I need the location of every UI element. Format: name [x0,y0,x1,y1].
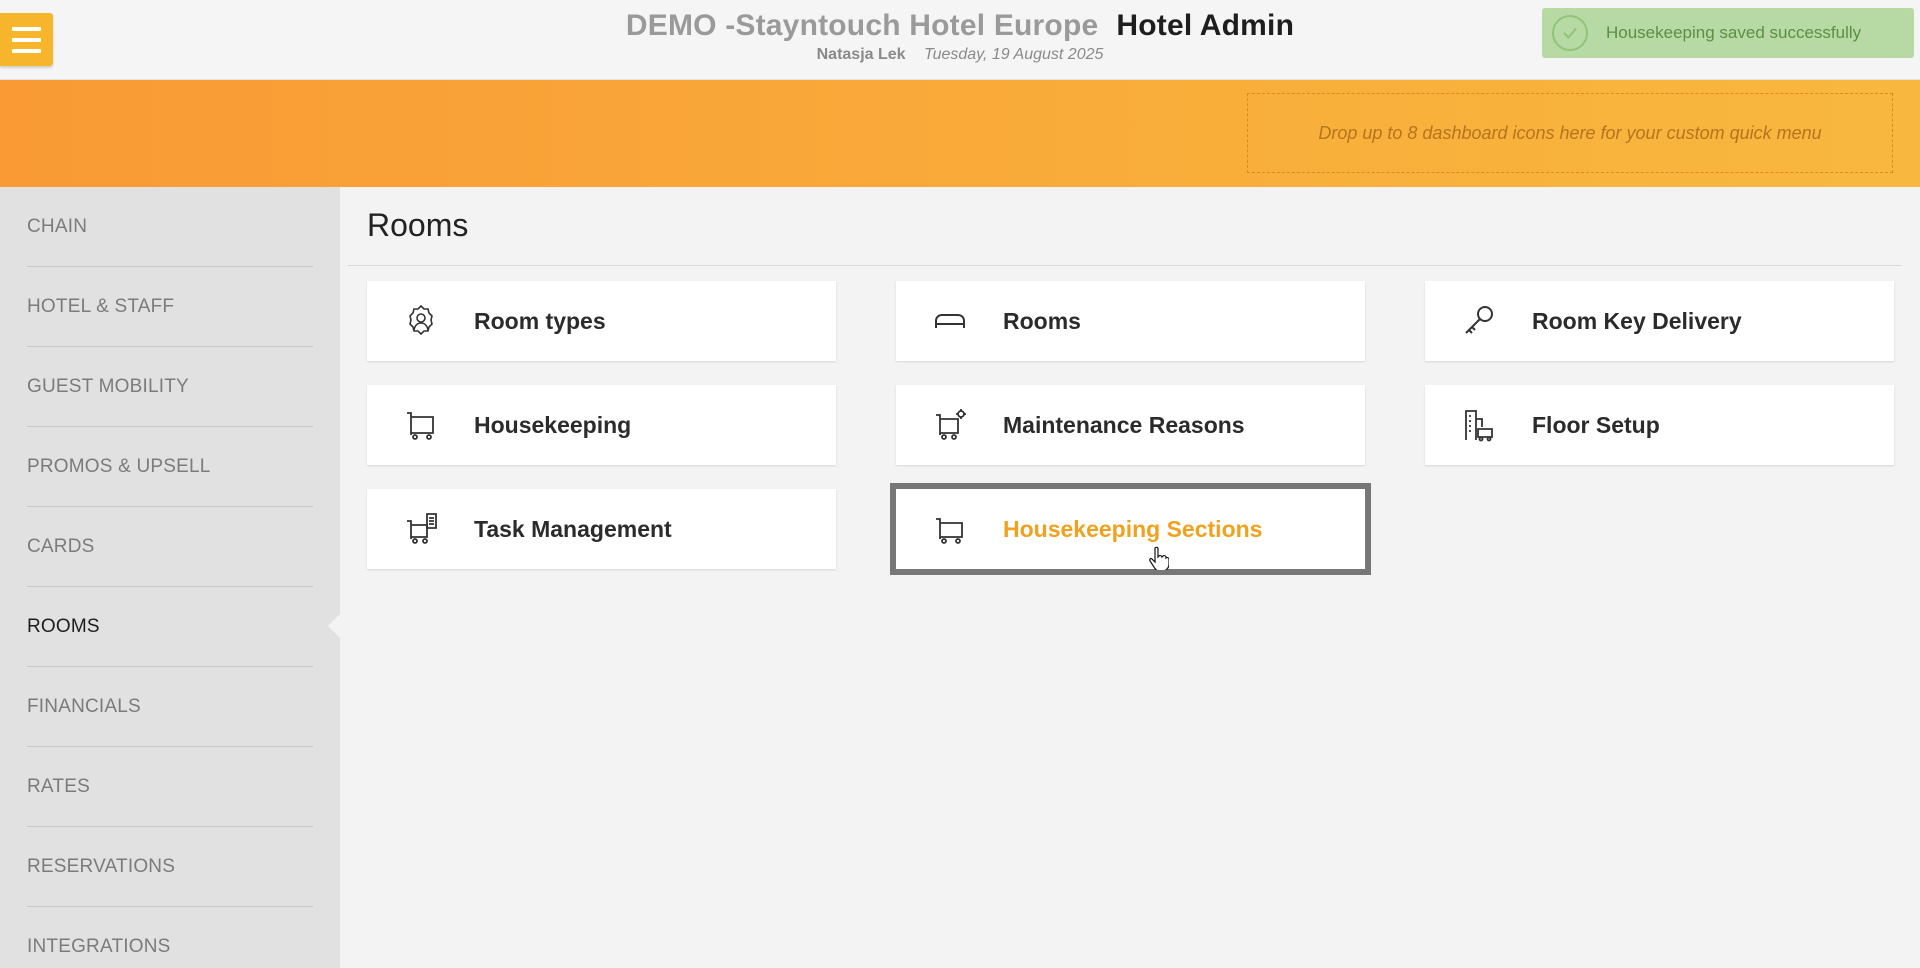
card-housekeeping-sections[interactable]: Housekeeping Sections [890,483,1371,575]
sidebar-item-label: INTEGRATIONS [27,935,171,957]
sidebar-item-label: CARDS [27,535,95,557]
cart-icon [930,509,970,549]
app-name: Hotel Admin [1116,9,1295,42]
card-label: Task Management [474,515,672,542]
toast-message: Housekeeping saved successfully [1606,23,1862,42]
key-icon [1459,301,1499,341]
dropzone-text: Drop up to 8 dashboard icons here for yo… [1318,122,1822,143]
page-title: Rooms [367,207,469,243]
sidebar-item-label: FINANCIALS [27,695,141,717]
sidebar-item-label: RATES [27,775,90,797]
sidebar-item-promos-upsell[interactable]: PROMOS & UPSELL [27,427,313,507]
card-room-types[interactable]: Room types [367,281,836,361]
quick-menu-banner: Drop up to 8 dashboard icons here for yo… [0,80,1920,187]
cart-clipboard-icon [401,509,441,549]
cart-icon [401,405,441,445]
card-label: Room types [474,307,606,334]
success-toast: Housekeeping saved successfully [1542,8,1914,58]
gear-person-icon [401,301,441,341]
card-maintenance-reasons[interactable]: Maintenance Reasons [896,385,1365,465]
building-cart-icon [1459,405,1499,445]
card-label: Housekeeping [474,411,632,438]
card-label: Floor Setup [1532,411,1660,438]
card-label: Rooms [1003,307,1081,334]
card-task-management[interactable]: Task Management [367,489,836,569]
sidebar-item-label: HOTEL & STAFF [27,295,175,317]
sidebar-item-label: CHAIN [27,215,88,237]
card-housekeeping[interactable]: Housekeeping [367,385,836,465]
sidebar-item-rates[interactable]: RATES [27,747,313,827]
hotel-name: DEMO -Stayntouch Hotel Europe [625,9,1099,42]
check-circle-icon [1552,15,1588,51]
sidebar-item-label: GUEST MOBILITY [27,375,189,397]
hand-cursor-icon [1149,546,1169,570]
sidebar-item-chain[interactable]: CHAIN [27,187,313,267]
card-label: Housekeeping Sections [1003,515,1263,542]
sidebar-item-integrations[interactable]: INTEGRATIONS [27,907,313,968]
sidebar: CHAIN HOTEL & STAFF GUEST MOBILITY PROMO… [0,187,340,968]
card-floor-setup[interactable]: Floor Setup [1425,385,1894,465]
user-name: Natasja Lek [816,46,906,63]
quick-menu-dropzone[interactable]: Drop up to 8 dashboard icons here for yo… [1247,93,1893,173]
cart-gear-icon [930,405,970,445]
sidebar-item-hotel-staff[interactable]: HOTEL & STAFF [27,267,313,347]
sidebar-item-label: ROOMS [27,615,100,637]
sidebar-item-label: RESERVATIONS [27,855,176,877]
sidebar-item-label: PROMOS & UPSELL [27,455,211,477]
sidebar-item-reservations[interactable]: RESERVATIONS [27,827,313,907]
sidebar-item-guest-mobility[interactable]: GUEST MOBILITY [27,347,313,427]
active-item-pointer [328,614,340,638]
business-date: Tuesday, 19 August 2025 [924,46,1104,63]
sidebar-item-rooms[interactable]: ROOMS [27,587,313,667]
main-content: Rooms Room types Rooms Room Key Delivery… [340,187,1920,968]
card-label: Maintenance Reasons [1003,411,1245,438]
sidebar-item-financials[interactable]: FINANCIALS [27,667,313,747]
card-label: Room Key Delivery [1532,307,1742,334]
sidebar-item-cards[interactable]: CARDS [27,507,313,587]
card-room-key-delivery[interactable]: Room Key Delivery [1425,281,1894,361]
bed-icon [930,301,970,341]
card-rooms[interactable]: Rooms [896,281,1365,361]
title-divider [348,265,1902,266]
